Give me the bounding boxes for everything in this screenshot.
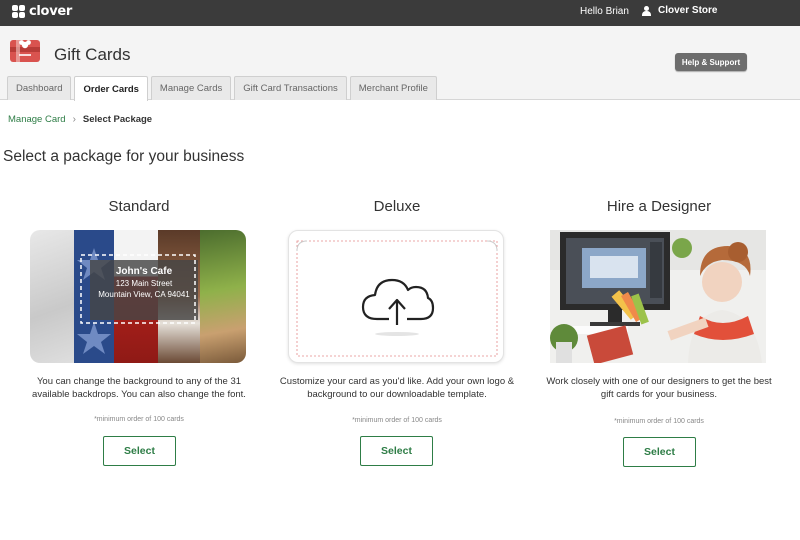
breadcrumb-current: Select Package [82,114,153,125]
select-designer-button[interactable]: Select [623,437,696,467]
tab-order-cards[interactable]: Order Cards [74,76,148,101]
cloud-upload-icon [361,278,435,325]
breadcrumb-manage-card[interactable]: Manage Card [8,114,66,125]
tab-bar: Dashboard Order Cards Manage Cards Gift … [7,76,440,101]
store-menu[interactable]: Clover Store [642,5,717,16]
tab-dashboard[interactable]: Dashboard [7,76,72,100]
minimum-order-note: *minimum order of 100 cards [94,416,184,423]
top-bar: clover Hello Brian Clover Store [0,0,800,26]
user-icon [642,5,651,16]
select-standard-button[interactable]: Select [103,436,176,466]
minimum-order-note: *minimum order of 100 cards [614,418,704,425]
package-hire-designer: Hire a Designer Work closely with one of… [539,198,779,467]
help-support-button[interactable]: Help & Support [675,53,747,71]
standard-card-preview: John's Cafe 123 Main Street Mountain Vie… [30,230,246,363]
select-deluxe-button[interactable]: Select [360,436,433,466]
store-name: Clover Store [658,5,718,16]
app-title: Gift Cards [54,45,131,64]
package-deluxe: Deluxe Customize your card as you'd like… [277,198,517,466]
deluxe-card-preview [288,230,504,363]
package-title: Standard [108,198,170,215]
package-title: Hire a Designer [606,198,712,215]
page-heading: Select a package for your business [3,148,245,165]
package-description: Customize your card as you'd like. Add y… [279,376,515,400]
tab-manage-cards[interactable]: Manage Cards [150,76,232,100]
designer-photo [550,230,766,363]
gift-card-app-icon [10,40,40,62]
package-title: Deluxe [373,198,421,215]
tab-gift-card-transactions[interactable]: Gift Card Transactions [234,76,347,100]
tab-merchant-profile[interactable]: Merchant Profile [349,76,437,100]
clover-logo[interactable]: clover [12,5,72,19]
designer-illustration [550,230,766,363]
dashed-frame [80,254,196,324]
breadcrumb: Manage Card › Select Package [8,114,152,125]
package-description: You can change the background to any of … [32,376,246,400]
package-standard: Standard John's Cafe 123 Main Street Mou… [19,198,259,466]
minimum-order-note: *minimum order of 100 cards [352,417,442,424]
clover-leaf-icon [12,5,26,19]
breadcrumb-separator: › [72,114,76,125]
app-header: Gift Cards Help & Support Dashboard Orde… [0,26,800,101]
package-description: Work closely with one of our designers t… [546,376,772,400]
user-greeting: Hello Brian [580,6,629,17]
brand-name: clover [29,4,72,19]
